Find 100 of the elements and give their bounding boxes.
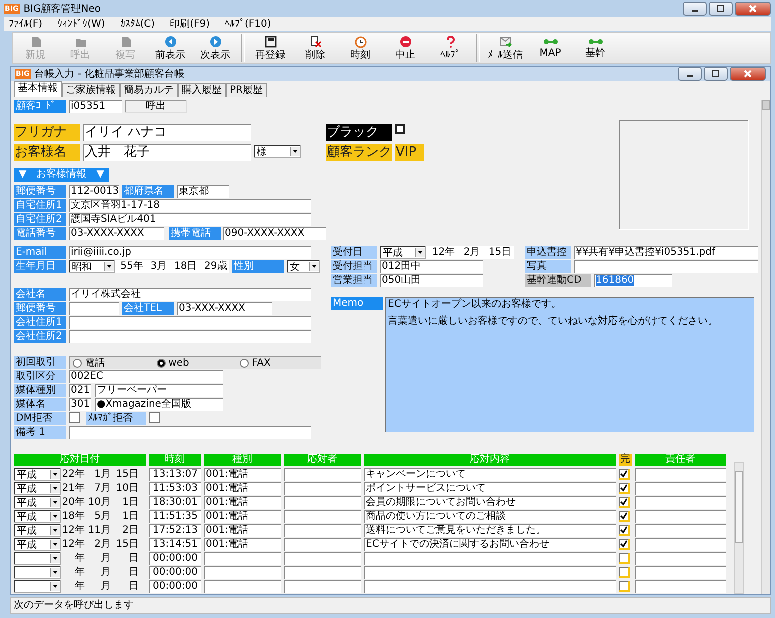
responder-cell[interactable] xyxy=(284,538,361,551)
menu-item[interactable]: ﾍﾙﾌﾟ(F10) xyxy=(224,18,272,30)
content-cell[interactable] xyxy=(364,566,616,579)
toolbar-button[interactable]: 削除 xyxy=(293,33,338,63)
owner-cell[interactable] xyxy=(635,468,726,481)
type-cell[interactable] xyxy=(204,566,281,579)
done-checkbox[interactable] xyxy=(619,469,630,480)
media-code-field[interactable]: 301 xyxy=(69,398,91,411)
time-cell[interactable]: 13:13:07 xyxy=(149,468,201,481)
address-field[interactable]: 護国寺SIAビル401 xyxy=(69,213,311,226)
file-path-field[interactable]: ¥¥共有¥申込書控¥i05351.pdf xyxy=(574,246,758,259)
toolbar-button[interactable]: 次表示 xyxy=(193,33,238,63)
era-select[interactable]: 平成 xyxy=(14,524,61,537)
toolbar-button[interactable]: MAP xyxy=(528,33,573,63)
menu-item[interactable]: 印刷(F9) xyxy=(170,17,210,31)
time-cell[interactable]: 11:53:03 xyxy=(149,482,201,495)
close-button[interactable] xyxy=(730,67,766,81)
type-cell[interactable]: 001:電話 xyxy=(204,510,281,523)
maximize-button[interactable] xyxy=(709,2,733,16)
photo-path-field[interactable] xyxy=(574,260,758,273)
time-cell[interactable]: 18:30:01 xyxy=(149,496,201,509)
close-button[interactable] xyxy=(735,2,771,16)
furigana-field[interactable]: イリイ ハナコ xyxy=(83,124,251,141)
company-field[interactable]: イリイ株式会社 xyxy=(69,288,311,301)
done-checkbox[interactable] xyxy=(619,497,630,508)
name-field[interactable]: 入井 花子 xyxy=(83,144,251,161)
responder-cell[interactable] xyxy=(284,482,361,495)
type-cell[interactable]: 001:電話 xyxy=(204,538,281,551)
media-type-field[interactable]: フリーペーパー xyxy=(95,384,223,397)
toolbar-button[interactable]: 再登録 xyxy=(248,33,293,63)
era-select[interactable] xyxy=(14,580,61,593)
responder-cell[interactable] xyxy=(284,496,361,509)
honorific-select[interactable]: 様 xyxy=(254,145,301,158)
era-select[interactable]: 平成 xyxy=(14,510,61,523)
era-select[interactable]: 平成 xyxy=(14,538,61,551)
done-checkbox[interactable] xyxy=(619,511,630,522)
owner-cell[interactable] xyxy=(635,496,726,509)
owner-cell[interactable] xyxy=(635,538,726,551)
call-button[interactable]: 呼出 xyxy=(125,100,187,113)
postal-code-field[interactable]: 112-0013 xyxy=(69,185,119,198)
tab[interactable]: 簡易カルテ xyxy=(120,83,178,97)
minimize-button[interactable] xyxy=(678,67,702,81)
content-cell[interactable]: 会員の期限についてお問い合わせ xyxy=(364,496,616,509)
address-field[interactable] xyxy=(69,316,311,329)
mobile-field[interactable]: 090-XXXX-XXXX xyxy=(223,227,326,240)
media-name-field[interactable]: ●Xmagazine全国版 xyxy=(95,398,223,411)
time-cell[interactable]: 17:52:13 xyxy=(149,524,201,537)
minimize-button[interactable] xyxy=(683,2,707,16)
type-cell[interactable]: 001:電話 xyxy=(204,482,281,495)
note-field[interactable] xyxy=(69,426,311,439)
responder-cell[interactable] xyxy=(284,552,361,565)
responder-cell[interactable] xyxy=(284,566,361,579)
mail-refusal-checkbox[interactable] xyxy=(149,412,160,423)
tab[interactable]: 購入履歴 xyxy=(178,83,226,97)
phone-field[interactable]: 03-XXXX-XXXX xyxy=(69,227,164,240)
responder-cell[interactable] xyxy=(284,510,361,523)
tab[interactable]: PR履歴 xyxy=(226,83,267,97)
menu-item[interactable]: ﾌｧｲﾙ(F) xyxy=(9,18,43,30)
owner-cell[interactable] xyxy=(635,566,726,579)
time-cell[interactable]: 00:00:00 xyxy=(149,580,201,593)
type-cell[interactable]: 001:電話 xyxy=(204,468,281,481)
content-cell[interactable] xyxy=(364,552,616,565)
media-code-field[interactable]: 021 xyxy=(69,384,91,397)
staff-field[interactable]: 050山田 xyxy=(380,274,483,287)
owner-cell[interactable] xyxy=(635,552,726,565)
staff-field[interactable]: 012田中 xyxy=(380,260,483,273)
toolbar-button[interactable]: 基幹 xyxy=(573,33,618,63)
tab[interactable]: 基本情報 xyxy=(14,81,62,97)
blacklist-checkbox[interactable] xyxy=(395,124,405,134)
customer-code-field[interactable]: i05351 xyxy=(69,100,122,113)
era-select[interactable]: 平成 xyxy=(380,246,426,259)
menu-item[interactable]: ｳｨﾝﾄﾞｳ(W) xyxy=(58,18,106,30)
gender-select[interactable]: 女 xyxy=(287,260,320,273)
content-cell[interactable]: ポイントサービスについて xyxy=(364,482,616,495)
menu-item[interactable]: ｶｽﾀﾑ(C) xyxy=(120,18,156,30)
time-cell[interactable]: 13:14:51 xyxy=(149,538,201,551)
toolbar-button[interactable]: ﾒｰﾙ送信 xyxy=(483,33,528,63)
maximize-button[interactable] xyxy=(704,67,728,81)
deal-type-field[interactable]: 002EC xyxy=(69,370,223,383)
owner-cell[interactable] xyxy=(635,510,726,523)
address-field[interactable] xyxy=(69,330,311,343)
radio-option[interactable]: 電話 xyxy=(70,357,154,369)
postal-code-field[interactable] xyxy=(69,302,119,315)
owner-cell[interactable] xyxy=(635,580,726,593)
content-cell[interactable]: キャンペーンについて xyxy=(364,468,616,481)
toolbar-button[interactable]: 時刻 xyxy=(338,33,383,63)
era-select[interactable] xyxy=(14,552,61,565)
done-checkbox[interactable] xyxy=(619,553,630,564)
core-code-field[interactable]: 161860 xyxy=(594,274,672,287)
toolbar-button[interactable]: ﾍﾙﾌﾟ xyxy=(428,33,473,63)
company-phone-field[interactable]: 03-XXX-XXXX xyxy=(177,302,272,315)
type-cell[interactable] xyxy=(204,580,281,593)
reception-date-field[interactable]: 12年 2月 15日 xyxy=(426,246,514,259)
era-select[interactable]: 平成 xyxy=(14,496,61,509)
responder-cell[interactable] xyxy=(284,524,361,537)
era-select[interactable] xyxy=(14,566,61,579)
type-cell[interactable]: 001:電話 xyxy=(204,496,281,509)
type-cell[interactable]: 001:電話 xyxy=(204,524,281,537)
scrollbar[interactable] xyxy=(761,100,770,594)
time-cell[interactable]: 11:51:35 xyxy=(149,510,201,523)
